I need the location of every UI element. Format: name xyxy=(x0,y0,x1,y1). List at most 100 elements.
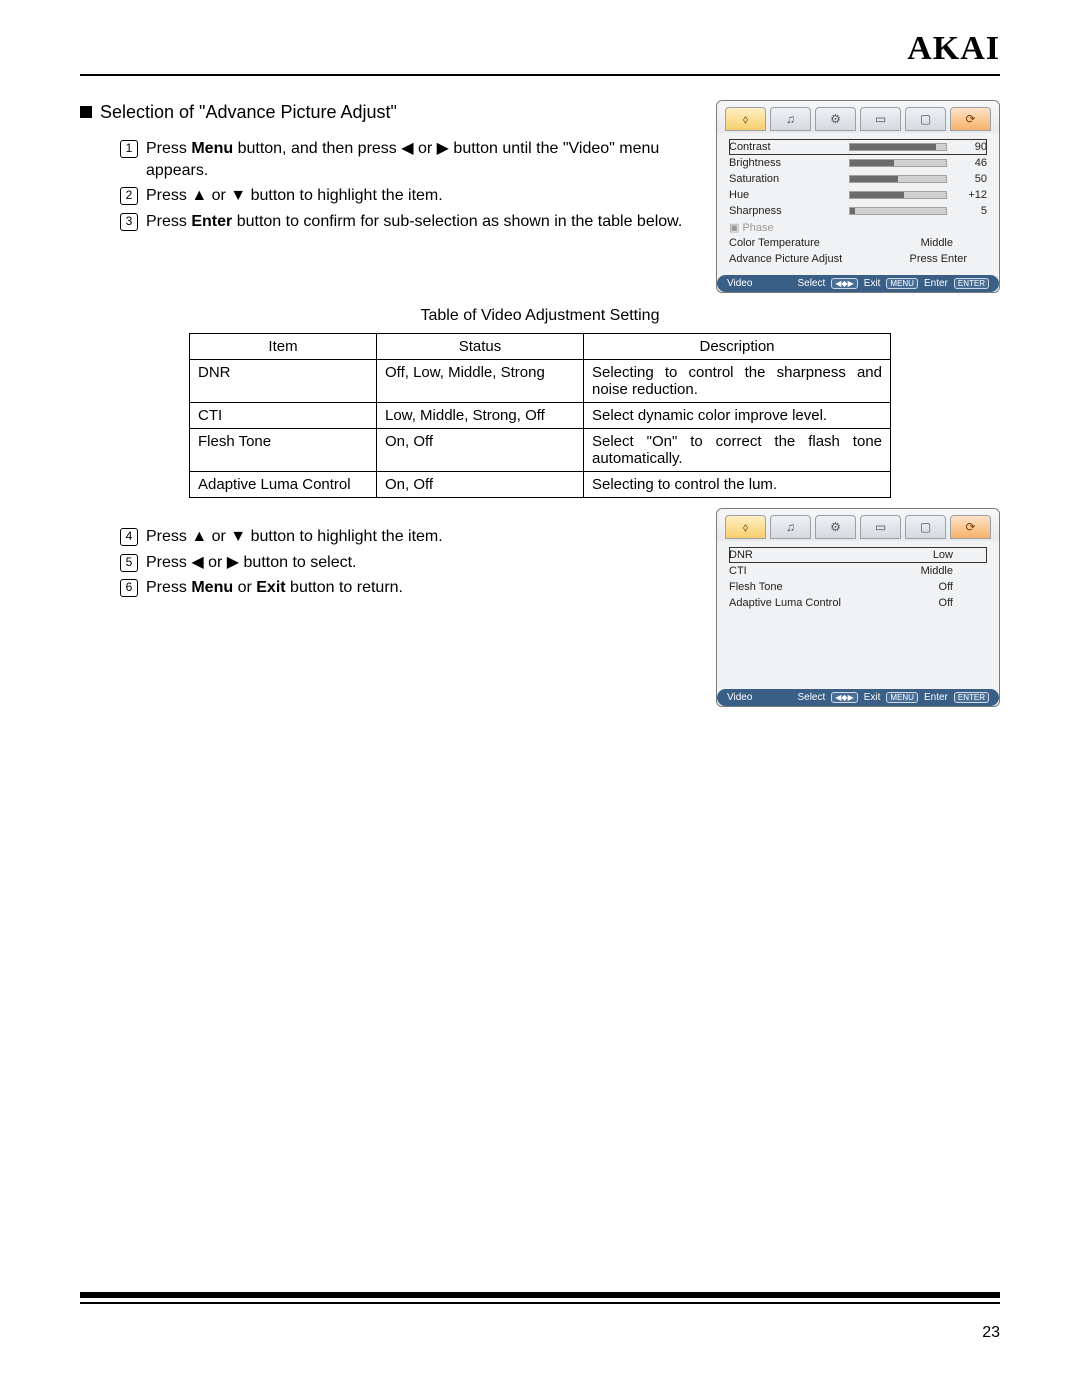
osd-footer: Video Select ◀◆▶ Exit MENU Enter ENTER xyxy=(717,275,999,292)
osd-row-color-temperature: Color Temperature Middle xyxy=(729,235,987,251)
osd-value: 90 xyxy=(947,141,987,153)
osd-tab-icon: ▭ xyxy=(860,107,901,131)
step-text: Press Menu button, and then press ◀ or ▶… xyxy=(146,138,696,181)
osd-tab-icon: ▢ xyxy=(905,515,946,539)
osd-label: ▣ Phase xyxy=(729,221,849,234)
osd-footer-exit: Exit xyxy=(864,278,881,289)
cell-item: Flesh Tone xyxy=(190,429,377,472)
osd-value: 50 xyxy=(947,173,987,185)
osd-row-hue: Hue +12 xyxy=(729,187,987,203)
table-row: Flesh Tone On, Off Select "On" to correc… xyxy=(190,429,891,472)
cell-desc: Select "On" to correct the flash tone au… xyxy=(584,429,891,472)
table-row: CTI Low, Middle, Strong, Off Select dyna… xyxy=(190,403,891,429)
menu-badge: MENU xyxy=(886,278,918,289)
osd-footer-enter: Enter xyxy=(924,278,948,289)
osd-tab-icon: ♫ xyxy=(770,515,811,539)
osd-row-adaptive-luma: Adaptive Luma Control Off xyxy=(729,595,987,611)
osd-value: 5 xyxy=(947,205,987,217)
osd-value: Middle xyxy=(849,565,987,577)
arrows-icon: ◀◆▶ xyxy=(831,278,857,289)
step-text: Press ▲ or ▼ button to highlight the ite… xyxy=(146,526,696,548)
table-row: DNR Off, Low, Middle, Strong Selecting t… xyxy=(190,360,891,403)
osd-value: +12 xyxy=(947,189,987,201)
osd-label: Sharpness xyxy=(729,205,849,217)
osd-footer-select: Select xyxy=(797,278,825,289)
osd-tab-icon: ⟳ xyxy=(950,515,991,539)
osd-tab-icon: ⚙ xyxy=(815,515,856,539)
cell-item: CTI xyxy=(190,403,377,429)
osd-label: Contrast xyxy=(729,141,849,153)
osd-value: 46 xyxy=(947,157,987,169)
cell-desc: Selecting to control the lum. xyxy=(584,472,891,498)
step-5: 5 Press ◀ or ▶ button to select. xyxy=(120,552,696,574)
step-1: 1 Press Menu button, and then press ◀ or… xyxy=(120,138,696,181)
step-number: 3 xyxy=(120,213,138,231)
osd-label: Saturation xyxy=(729,173,849,185)
cell-status: On, Off xyxy=(377,472,584,498)
osd-label: Adaptive Luma Control xyxy=(729,597,879,609)
th-status: Status xyxy=(377,334,584,360)
step-4: 4 Press ▲ or ▼ button to highlight the i… xyxy=(120,526,696,548)
table-row: Adaptive Luma Control On, Off Selecting … xyxy=(190,472,891,498)
osd-value: Off xyxy=(879,597,987,609)
osd-tab-icon: ⟳ xyxy=(950,107,991,131)
osd-row-cti: CTI Middle xyxy=(729,563,987,579)
osd-footer-title: Video xyxy=(727,692,752,703)
step-number: 2 xyxy=(120,187,138,205)
osd-footer-enter: Enter xyxy=(924,692,948,703)
cell-status: Off, Low, Middle, Strong xyxy=(377,360,584,403)
osd-label: Flesh Tone xyxy=(729,581,849,593)
slider-bar xyxy=(849,191,947,199)
section-title-text: Selection of "Advance Picture Adjust" xyxy=(100,102,397,122)
osd-tab-icon: ▢ xyxy=(905,107,946,131)
footer-rule xyxy=(80,1292,1000,1304)
cell-status: Low, Middle, Strong, Off xyxy=(377,403,584,429)
cell-item: DNR xyxy=(190,360,377,403)
osd-label: DNR xyxy=(729,549,849,561)
osd-row-sharpness: Sharpness 5 xyxy=(729,203,987,219)
slider-bar xyxy=(849,175,947,183)
osd-label: Brightness xyxy=(729,157,849,169)
osd-footer-exit: Exit xyxy=(864,692,881,703)
step-number: 5 xyxy=(120,554,138,572)
enter-badge: ENTER xyxy=(954,278,989,289)
step-text: Press Menu or Exit button to return. xyxy=(146,577,696,599)
video-adjustment-table: Item Status Description DNR Off, Low, Mi… xyxy=(189,333,891,498)
osd-row-dnr: DNR Low xyxy=(729,547,987,563)
bullet-icon xyxy=(80,106,92,118)
step-text: Press ▲ or ▼ button to highlight the ite… xyxy=(146,185,696,207)
osd-row-advance-picture-adjust: Advance Picture Adjust Press Enter xyxy=(729,251,987,267)
osd-advance-picture-menu: ⬨ ♫ ⚙ ▭ ▢ ⟳ DNR Low CTI Middle xyxy=(716,508,1000,707)
cell-item: Adaptive Luma Control xyxy=(190,472,377,498)
osd-label: Color Temperature xyxy=(729,237,849,249)
cell-desc: Select dynamic color improve level. xyxy=(584,403,891,429)
enter-badge: ENTER xyxy=(954,692,989,703)
osd-tab-icon: ♫ xyxy=(770,107,811,131)
osd-value: Off xyxy=(849,581,987,593)
osd-value: Middle xyxy=(849,237,987,249)
slider-bar xyxy=(849,207,947,215)
table-caption: Table of Video Adjustment Setting xyxy=(80,307,1000,325)
osd-row-phase-disabled: ▣ Phase xyxy=(729,219,987,235)
step-2: 2 Press ▲ or ▼ button to highlight the i… xyxy=(120,185,696,207)
slider-bar xyxy=(849,159,947,167)
menu-badge: MENU xyxy=(886,692,918,703)
arrows-icon: ◀◆▶ xyxy=(831,692,857,703)
osd-value: Low xyxy=(849,549,987,561)
slider-bar xyxy=(849,143,947,151)
osd-video-menu: ⬨ ♫ ⚙ ▭ ▢ ⟳ Contrast 90 Brightness xyxy=(716,100,1000,293)
cell-status: On, Off xyxy=(377,429,584,472)
cell-desc: Selecting to control the sharpness and n… xyxy=(584,360,891,403)
step-text: Press ◀ or ▶ button to select. xyxy=(146,552,696,574)
step-number: 6 xyxy=(120,579,138,597)
th-item: Item xyxy=(190,334,377,360)
osd-row-saturation: Saturation 50 xyxy=(729,171,987,187)
osd-tab-icon: ⬨ xyxy=(725,515,766,539)
step-number: 1 xyxy=(120,140,138,158)
section-title: Selection of "Advance Picture Adjust" xyxy=(80,100,696,124)
osd-label: CTI xyxy=(729,565,849,577)
step-text: Press Enter button to confirm for sub-se… xyxy=(146,211,696,233)
osd-footer-select: Select xyxy=(797,692,825,703)
osd-tabs: ⬨ ♫ ⚙ ▭ ▢ ⟳ xyxy=(717,101,999,133)
osd-label: Advance Picture Adjust xyxy=(729,253,879,265)
